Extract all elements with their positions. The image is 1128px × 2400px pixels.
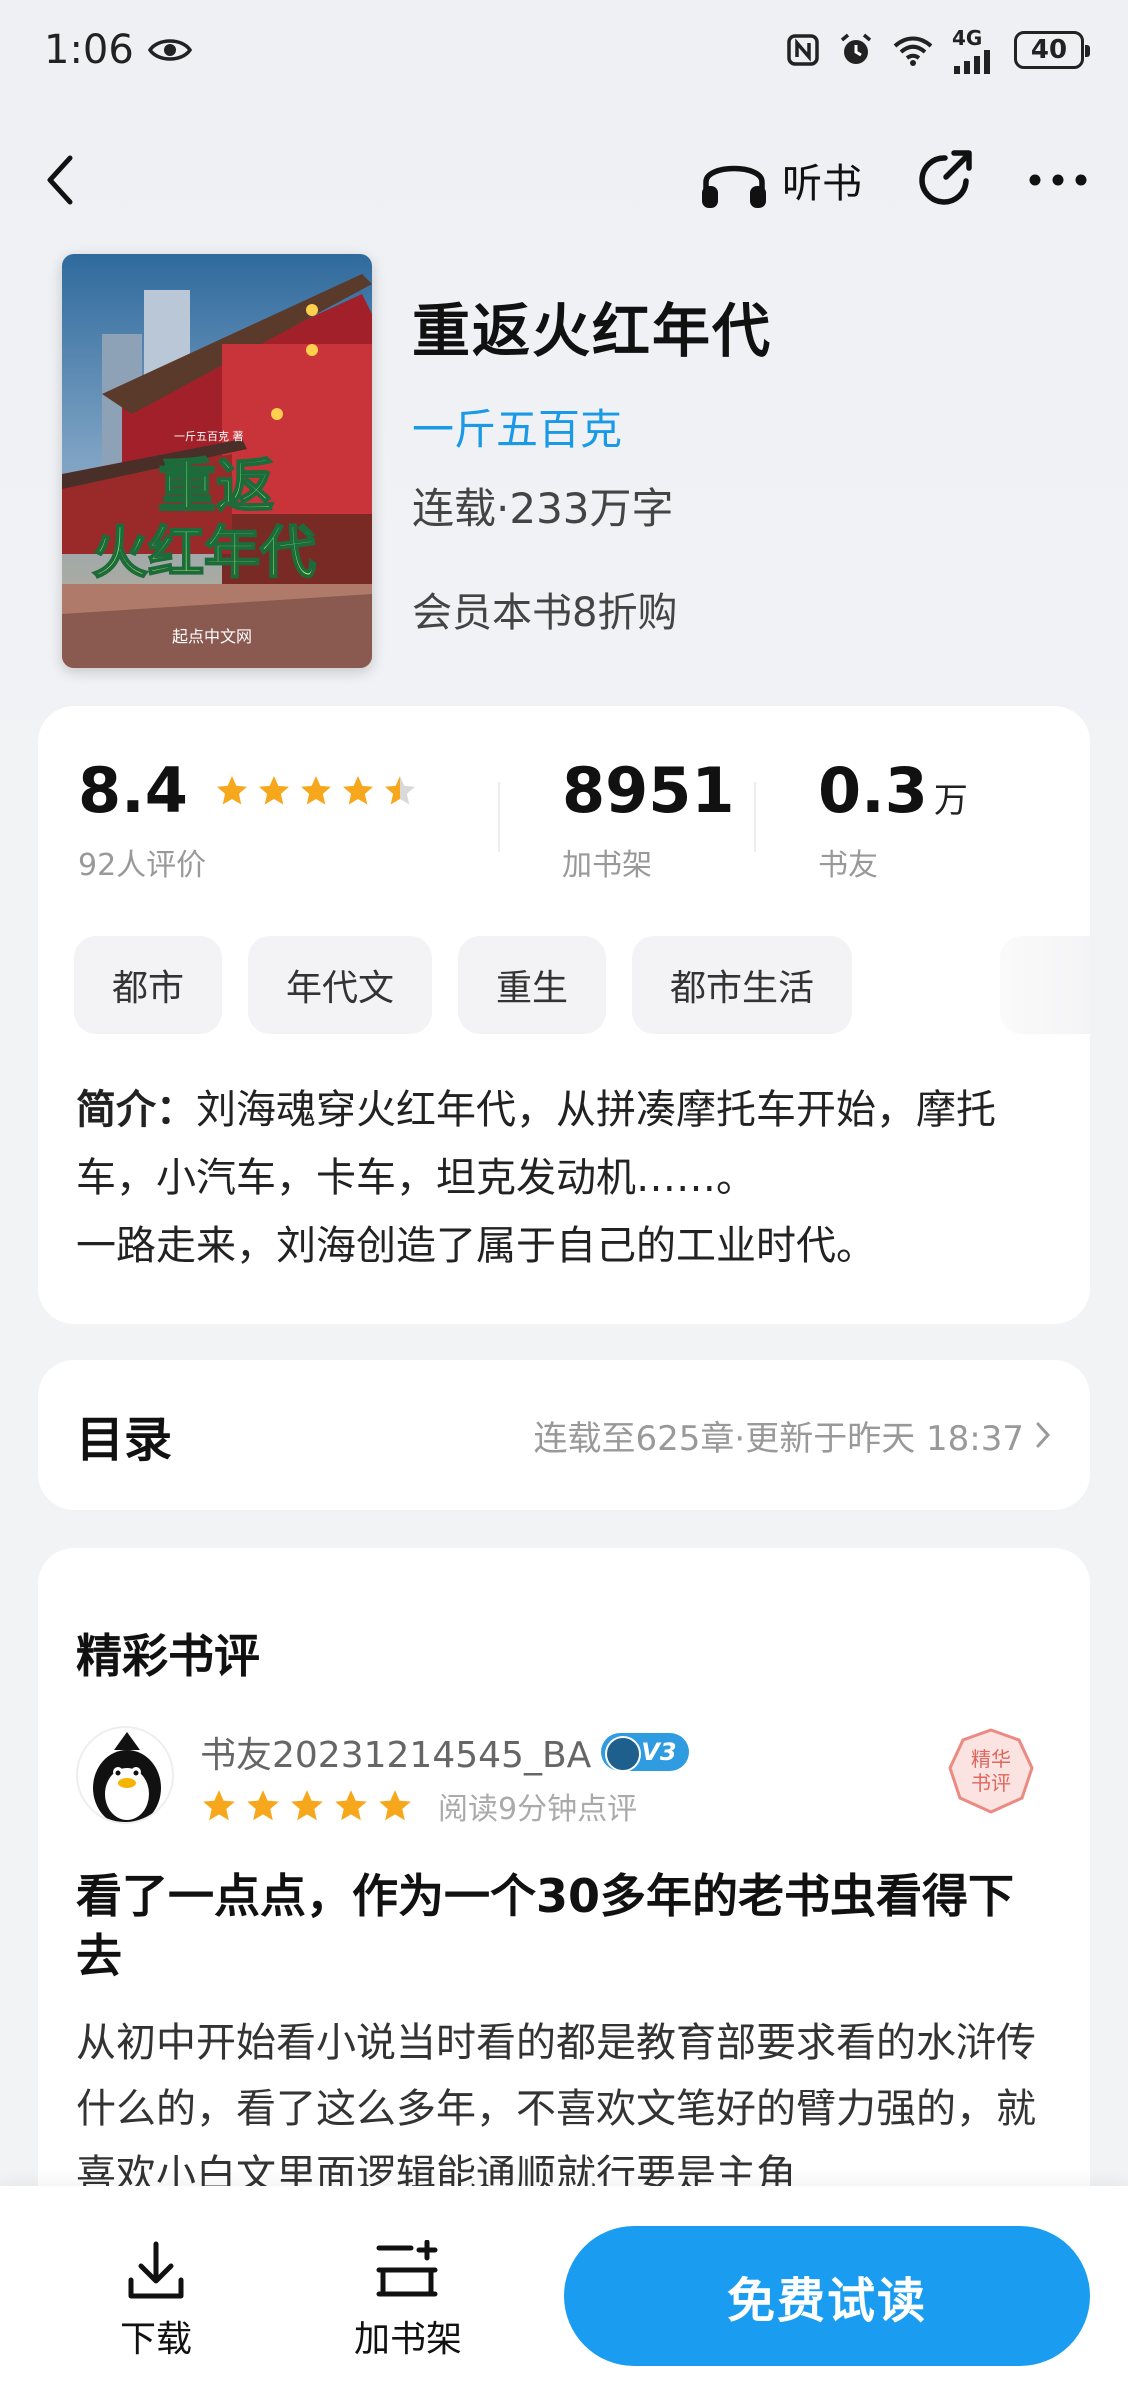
cover-title-line2: 火红年代	[92, 521, 316, 586]
intro-text-line1: 刘海魂穿火红年代，从拼凑摩托车开始，摩托车，小汽车，卡车，坦克发动机……。	[76, 1087, 996, 1201]
review-author: 书友20231214545_BA V3 阅读9分钟点评 精华 书评	[76, 1726, 1056, 1836]
tag-chip[interactable]: 都市	[74, 936, 223, 1034]
review-title[interactable]: 看了一点点，作为一个30多年的老书虫看得下去	[76, 1866, 1056, 1986]
tag-list: 都市 年代文 重生 都市生活	[74, 936, 853, 1034]
rating-label: 92人评价	[78, 848, 207, 883]
add-bookshelf-icon	[375, 2240, 441, 2304]
star-icon	[258, 776, 289, 805]
star-icon	[203, 1790, 235, 1821]
nfc-icon	[786, 33, 820, 67]
chevron-right-icon	[1034, 1420, 1052, 1450]
vip-discount-text[interactable]: 会员本书8折购	[412, 580, 772, 638]
star-icon	[379, 1790, 411, 1821]
intro-text-line2: 一路走来，刘海创造了属于自己的工业时代。	[76, 1223, 876, 1269]
featured-review-seal: 精华 书评	[946, 1726, 1036, 1820]
download-icon	[125, 2240, 187, 2304]
book-detail-card: 8.4 92人评价 8951 加书架 0.3 万 书友 都市 年代文 重生 都市…	[38, 706, 1090, 1324]
toc-status-group: 连载至625章·更新于昨天 18:37	[534, 1411, 1053, 1460]
star-icon	[300, 776, 331, 805]
toc-status: 连载至625章·更新于昨天 18:37	[533, 1418, 1025, 1459]
alarm-icon	[838, 32, 874, 68]
fans-value-row: 0.3 万	[818, 760, 968, 822]
tag-chip[interactable]: 都市生活	[632, 936, 853, 1034]
eye-icon	[147, 36, 192, 64]
share-icon[interactable]	[912, 147, 978, 213]
status-time: 1:06	[44, 27, 134, 73]
add-shelf-button[interactable]: 加书架	[328, 2240, 488, 2362]
tag-chip[interactable]: 年代文	[248, 936, 433, 1034]
book-meta: 连载·233万字	[412, 484, 674, 533]
reviewer-name[interactable]: 书友20231214545_BA	[200, 1726, 591, 1778]
network-type: 4G	[952, 26, 983, 50]
book-title: 重返火红年代	[412, 297, 773, 365]
rating-stat[interactable]: 8.4 92人评价	[78, 760, 418, 884]
star-icon	[335, 1790, 367, 1821]
headphones-icon	[698, 150, 770, 210]
status-bar: 1:06 4G 40	[0, 0, 1128, 100]
free-read-button[interactable]: 免费试读	[564, 2226, 1090, 2366]
download-label: 下载	[119, 2319, 192, 2360]
seal-text-line1: 精华	[971, 1747, 1011, 1771]
tag-chip[interactable]: 重生	[458, 936, 607, 1034]
reviewer-name-row: 书友20231214545_BA V3	[200, 1726, 689, 1778]
cover-author-text: 一斤五百克 著	[174, 429, 244, 443]
star-icon	[247, 1790, 279, 1821]
rating-value: 8.4	[78, 754, 188, 827]
book-intro[interactable]: 简介：刘海魂穿火红年代，从拼凑摩托车开始，摩托车，小汽车，卡车，坦克发动机……。…	[76, 1076, 1066, 1280]
shelf-label: 加书架	[562, 848, 652, 883]
read-time: 阅读9分钟点评	[438, 1792, 638, 1827]
add-shelf-label: 加书架	[353, 2319, 462, 2360]
tag-overflow-fade	[1000, 936, 1090, 1034]
toc-title: 目录	[76, 1412, 173, 1468]
star-icon	[291, 1790, 323, 1821]
reviews-heading: 精彩书评	[76, 1629, 260, 1683]
review-stars	[200, 1787, 414, 1825]
cover-publisher-text: 起点中文网	[172, 627, 252, 646]
book-author-link[interactable]: 一斤五百克	[412, 396, 772, 457]
rating-value-row: 8.4	[78, 760, 418, 822]
status-icons: 4G 40	[786, 26, 1090, 74]
more-icon[interactable]	[1028, 173, 1088, 187]
shelf-value: 8951	[562, 754, 735, 827]
wifi-icon	[892, 34, 934, 66]
half-star-icon	[384, 776, 415, 805]
download-button[interactable]: 下载	[76, 2240, 236, 2362]
avatar[interactable]	[76, 1726, 174, 1824]
stats-divider	[754, 782, 756, 852]
nav-actions: 听书	[698, 147, 1088, 213]
fans-value: 0.3	[818, 754, 928, 827]
vip-level-badge: V3	[601, 1733, 689, 1772]
signal-icon: 4G	[952, 26, 996, 74]
back-icon[interactable]	[40, 150, 80, 210]
seal-text-line2: 书评	[971, 1771, 1011, 1795]
review-body[interactable]: 从初中开始看小说当时看的都是教育部要求看的水浒传什么的，看了这么多年，不喜欢文笔…	[76, 2010, 1066, 2208]
cover-title-line1: 重返	[158, 452, 274, 520]
intro-label: 简介：	[76, 1087, 196, 1133]
battery-indicator: 40	[1014, 31, 1090, 69]
bottom-action-bar: 下载 加书架 免费试读	[0, 2186, 1128, 2400]
nav-bar: 听书	[0, 130, 1128, 230]
book-info: 重返火红年代 一斤五百克 连载·233万字 会员本书8折购	[412, 284, 772, 638]
star-icon	[342, 776, 373, 805]
listen-button[interactable]: 听书	[698, 150, 862, 210]
book-header: 一斤五百克 著 重返 火红年代 起点中文网 重返火红年代 一斤五百克 连载·23…	[62, 254, 1082, 670]
toc-row[interactable]: 目录 连载至625章·更新于昨天 18:37	[38, 1360, 1090, 1510]
listen-label: 听书	[782, 161, 862, 207]
battery-level: 40	[1030, 35, 1068, 65]
shelf-stat: 8951 加书架	[562, 760, 735, 884]
stats-divider	[498, 782, 500, 852]
fans-label: 书友	[818, 848, 878, 883]
star-icon	[216, 776, 247, 805]
fans-unit: 万	[933, 781, 968, 821]
fans-stat[interactable]: 0.3 万 书友	[818, 760, 968, 884]
review-meta: 阅读9分钟点评	[200, 1784, 637, 1828]
status-time-group: 1:06	[44, 27, 192, 73]
stats-row: 8.4 92人评价 8951 加书架 0.3 万 书友	[78, 760, 1058, 884]
rating-stars	[214, 773, 418, 809]
book-cover[interactable]: 一斤五百克 著 重返 火红年代 起点中文网	[62, 254, 372, 668]
